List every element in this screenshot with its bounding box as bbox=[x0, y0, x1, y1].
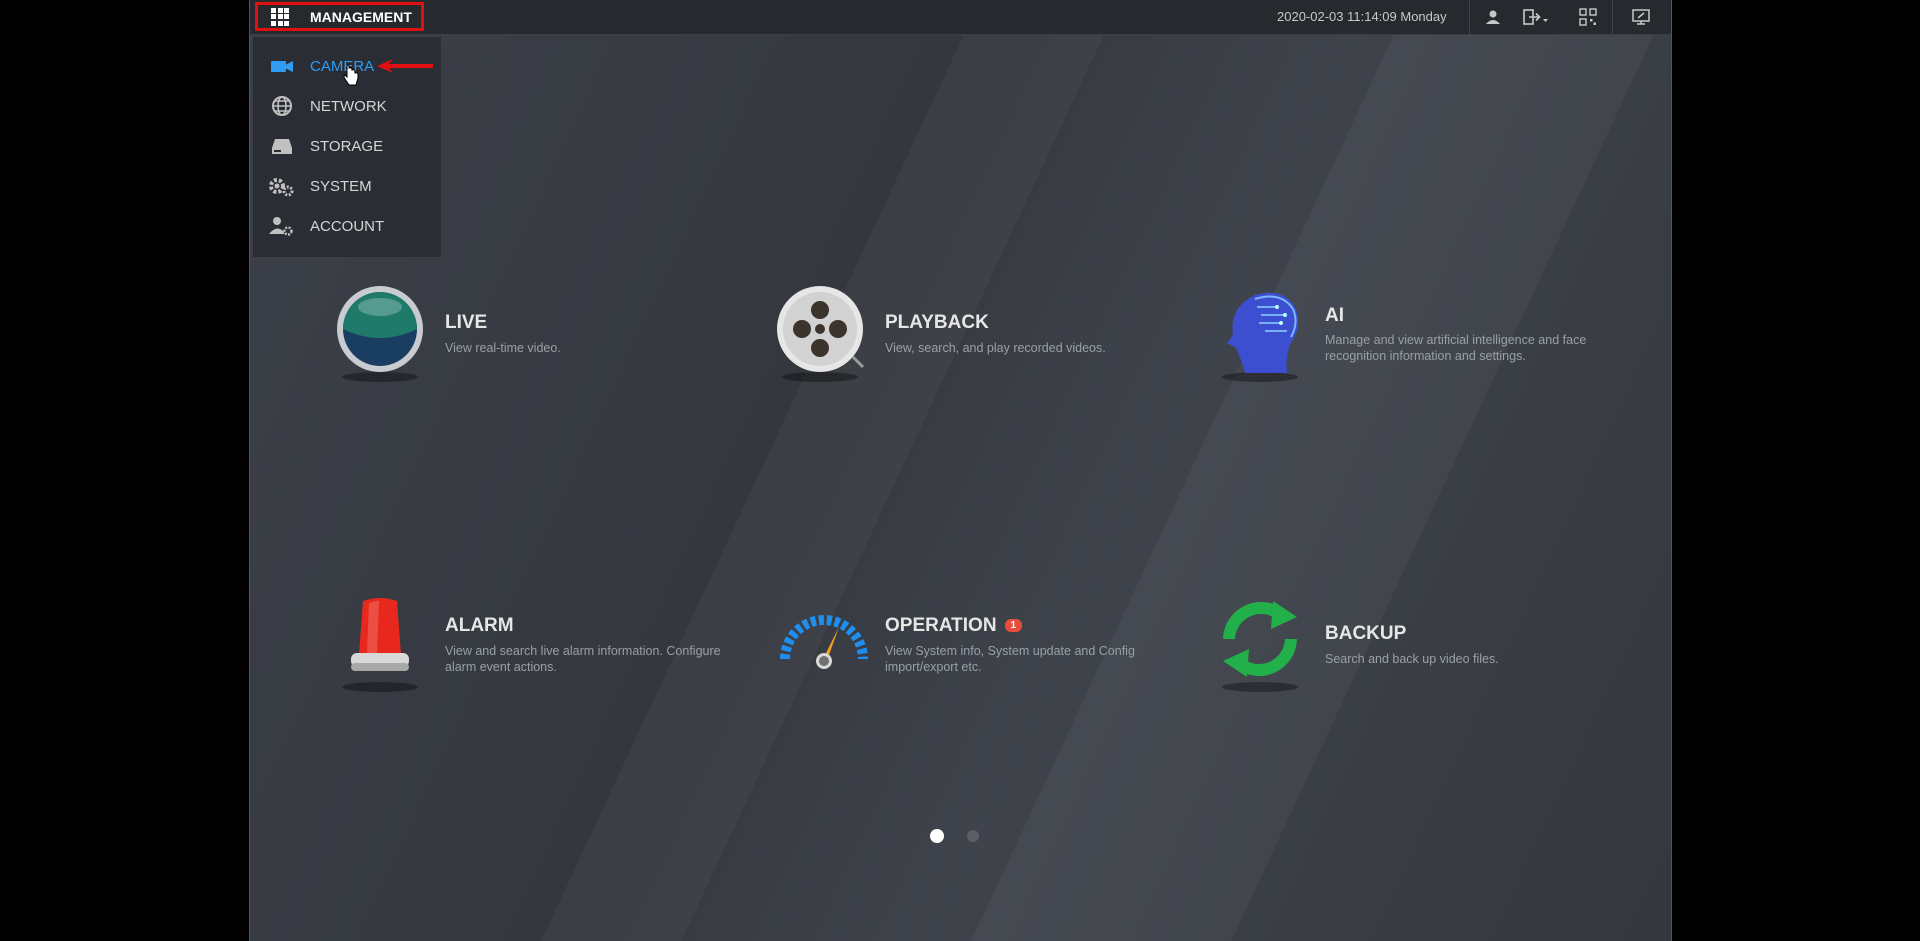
management-label: MANAGEMENT bbox=[310, 8, 412, 25]
tile-title: PLAYBACK bbox=[885, 312, 989, 333]
bg-stripe bbox=[541, 0, 1120, 941]
storage-disk-icon bbox=[272, 139, 292, 154]
network-globe-icon bbox=[272, 96, 292, 116]
tile-live[interactable]: LIVE View real-time video. bbox=[335, 285, 735, 405]
menu-item-network[interactable]: NETWORK bbox=[253, 90, 441, 122]
menu-item-label: STORAGE bbox=[310, 137, 384, 155]
pointer-cursor-icon bbox=[343, 64, 359, 86]
tile-operation[interactable]: OPERATION 1 View System info, System upda… bbox=[775, 595, 1175, 715]
camera-icon bbox=[271, 61, 293, 72]
tile-title: BACKUP bbox=[1325, 623, 1407, 644]
tile-description: Search and back up video files. bbox=[1325, 652, 1499, 666]
tile-description: Manage and view artificial intelligence … bbox=[1325, 333, 1587, 363]
speedometer-gauge-icon bbox=[780, 615, 868, 669]
tile-description: View and search live alarm information. … bbox=[445, 644, 721, 674]
menu-item-label: NETWORK bbox=[310, 97, 387, 115]
bg-stripe bbox=[971, 0, 1670, 941]
tile-ai[interactable]: AI Manage and view artificial intelligen… bbox=[1215, 285, 1615, 405]
live-globe-icon bbox=[337, 286, 423, 382]
menu-item-system[interactable]: SYSTEM bbox=[253, 170, 441, 202]
management-button[interactable]: MANAGEMENT bbox=[255, 2, 424, 31]
display-icon[interactable] bbox=[1631, 7, 1651, 27]
account-gear-icon bbox=[269, 217, 293, 236]
tile-description: View real-time video. bbox=[445, 341, 561, 355]
qr-code-icon[interactable] bbox=[1578, 7, 1598, 27]
backup-refresh-icon bbox=[1222, 601, 1298, 692]
toolbar-divider bbox=[1612, 0, 1613, 34]
toolbar-divider bbox=[1469, 0, 1470, 34]
page-dot-1-active[interactable] bbox=[930, 829, 944, 843]
menu-item-label: SYSTEM bbox=[310, 177, 372, 195]
datetime-display: 2020-02-03 11:14:09 Monday bbox=[1277, 9, 1447, 24]
tile-title: LIVE bbox=[445, 312, 488, 333]
tile-title-text: OPERATION bbox=[885, 615, 997, 636]
menu-item-account[interactable]: ACCOUNT bbox=[253, 210, 441, 242]
tile-title: ALARM bbox=[445, 615, 514, 636]
tile-title: OPERATION 1 bbox=[885, 615, 1023, 637]
film-reel-icon bbox=[777, 286, 865, 382]
app-screen: MANAGEMENT 2020-02-03 11:14:09 Monday CA… bbox=[249, 0, 1672, 941]
user-icon[interactable] bbox=[1483, 7, 1503, 27]
page-dot-2[interactable] bbox=[967, 830, 979, 842]
notification-badge: 1 bbox=[1004, 619, 1023, 632]
top-bar: MANAGEMENT 2020-02-03 11:14:09 Monday bbox=[250, 0, 1671, 35]
alarm-siren-icon bbox=[342, 598, 418, 692]
tile-title: AI bbox=[1325, 305, 1344, 326]
menu-item-label: ACCOUNT bbox=[310, 217, 385, 235]
menu-item-storage[interactable]: STORAGE bbox=[253, 130, 441, 162]
red-arrow-annotation-icon bbox=[377, 59, 433, 73]
tile-alarm[interactable]: ALARM View and search live alarm informa… bbox=[335, 595, 735, 715]
tile-playback[interactable]: PLAYBACK View, search, and play recorded… bbox=[775, 285, 1175, 405]
gears-icon bbox=[269, 178, 294, 197]
tile-description: View System info, System update and Conf… bbox=[885, 644, 1135, 674]
ai-head-icon bbox=[1222, 292, 1299, 382]
tile-description: View, search, and play recorded videos. bbox=[885, 341, 1106, 355]
grid-menu-icon bbox=[271, 7, 289, 26]
tile-backup[interactable]: BACKUP Search and back up video files. bbox=[1215, 595, 1615, 715]
logout-icon[interactable] bbox=[1522, 7, 1552, 27]
